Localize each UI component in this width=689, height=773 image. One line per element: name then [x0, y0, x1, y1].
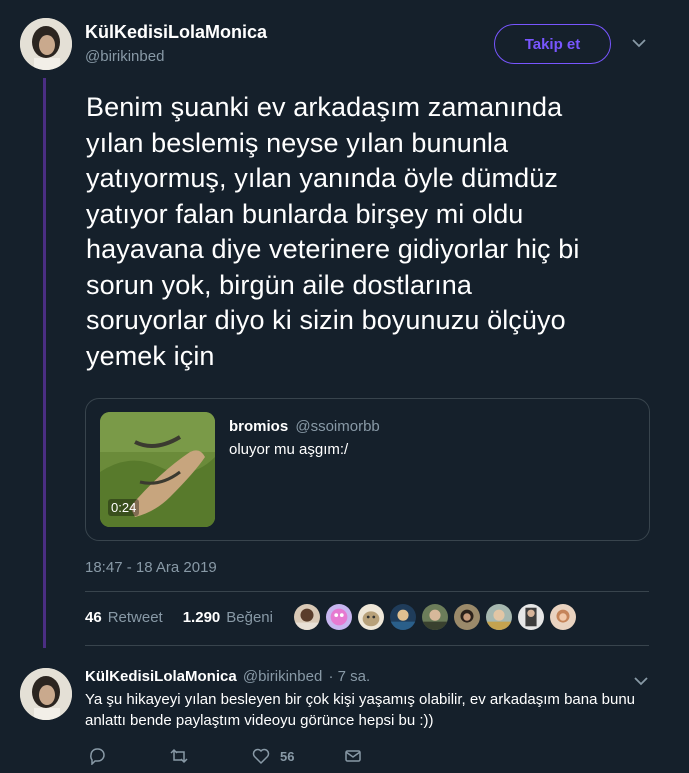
follow-button[interactable]: Takip et: [494, 24, 611, 64]
author-avatar[interactable]: [20, 18, 72, 70]
reply-text-line: anlattı bende paylaştım videoyu görünce …: [85, 712, 434, 729]
tweet-text-line: yemek için: [86, 340, 215, 371]
reply-author-name[interactable]: KülKedisiLolaMonica: [85, 668, 237, 685]
divider: [85, 645, 649, 646]
tweet-page: KülKedisiLolaMonica @birikinbed Takip et…: [0, 0, 689, 773]
quoted-header: bromios @ssoimorbb: [229, 418, 380, 435]
liker-avatar[interactable]: [357, 603, 385, 631]
tweet-text-line: sorun yok, birgün aile dostlarına: [86, 269, 473, 300]
liker-avatar[interactable]: [293, 603, 321, 631]
like-count[interactable]: 1.290: [183, 609, 221, 626]
retweet-icon[interactable]: [170, 747, 188, 765]
retweet-label[interactable]: Retweet: [108, 609, 163, 626]
reply-actions: 56: [88, 747, 426, 765]
tweet-text-line: yatıyormuş, yılan yanında öyle dümdüz: [86, 163, 558, 193]
tweet-text-line: Benim şuanki ev arkadaşım zamanında: [86, 92, 563, 122]
liker-avatar[interactable]: [389, 603, 417, 631]
thread-line: [43, 78, 46, 648]
chevron-down-icon[interactable]: [634, 676, 648, 686]
reply-text-line: Ya şu hikayeyi yılan besleyen bir çok ki…: [85, 691, 635, 708]
reply-icon[interactable]: [88, 747, 106, 765]
reply-text: Ya şu hikayeyi yılan besleyen bir çok ki…: [85, 689, 665, 731]
video-duration: 0:24: [108, 499, 140, 516]
tweet-timestamp[interactable]: 18:47 - 18 Ara 2019: [85, 559, 217, 576]
heart-icon[interactable]: [252, 747, 270, 765]
reply-time[interactable]: · 7 sa.: [328, 668, 370, 685]
tweet-text-line: yılan beslemiş neyse yılan bununla: [86, 127, 509, 158]
like-label[interactable]: Beğeni: [226, 609, 273, 626]
liker-avatars[interactable]: [293, 603, 577, 631]
divider: [85, 591, 649, 592]
chevron-down-icon[interactable]: [632, 38, 646, 48]
retweet-action[interactable]: [170, 747, 188, 765]
quoted-author-handle: @ssoimorbb: [295, 418, 380, 435]
liker-avatar[interactable]: [453, 603, 481, 631]
tweet-text-line: hayavana diye veterinere gidiyorlar hiç …: [86, 234, 580, 264]
envelope-icon[interactable]: [344, 747, 362, 765]
dm-action[interactable]: [344, 747, 362, 765]
tweet-text: Benim şuanki ev arkadaşım zamanında yıla…: [86, 90, 676, 374]
author-display-name[interactable]: KülKedisiLolaMonica: [85, 22, 267, 43]
reply-action[interactable]: [88, 747, 106, 765]
engagement-stats: 46 Retweet 1.290 Beğeni: [85, 609, 287, 626]
author-handle[interactable]: @birikinbed: [85, 48, 267, 65]
liker-avatar[interactable]: [325, 603, 353, 631]
tweet-text-line: yatıyor falan bunlarda birşey mi oldu: [86, 198, 524, 229]
quoted-text: oluyor mu aşgım:/: [229, 441, 349, 458]
author-block: KülKedisiLolaMonica @birikinbed: [85, 22, 267, 65]
reply-like-count: 56: [280, 748, 295, 764]
retweet-count[interactable]: 46: [85, 609, 102, 626]
reply-author-avatar[interactable]: [20, 668, 72, 720]
liker-avatar[interactable]: [421, 603, 449, 631]
reply-header: KülKedisiLolaMonica @birikinbed · 7 sa.: [85, 668, 370, 685]
like-action[interactable]: 56: [252, 747, 294, 765]
reply-author-handle[interactable]: @birikinbed: [243, 668, 322, 685]
liker-avatar[interactable]: [549, 603, 577, 631]
tweet-text-line: soruyorlar diyo ki sizin boyunuzu ölçüyo: [86, 305, 566, 335]
liker-avatar[interactable]: [517, 603, 545, 631]
liker-avatar[interactable]: [485, 603, 513, 631]
quoted-author-name: bromios: [229, 418, 289, 435]
quoted-tweet[interactable]: 0:24 bromios @ssoimorbb oluyor mu aşgım:…: [85, 398, 650, 541]
